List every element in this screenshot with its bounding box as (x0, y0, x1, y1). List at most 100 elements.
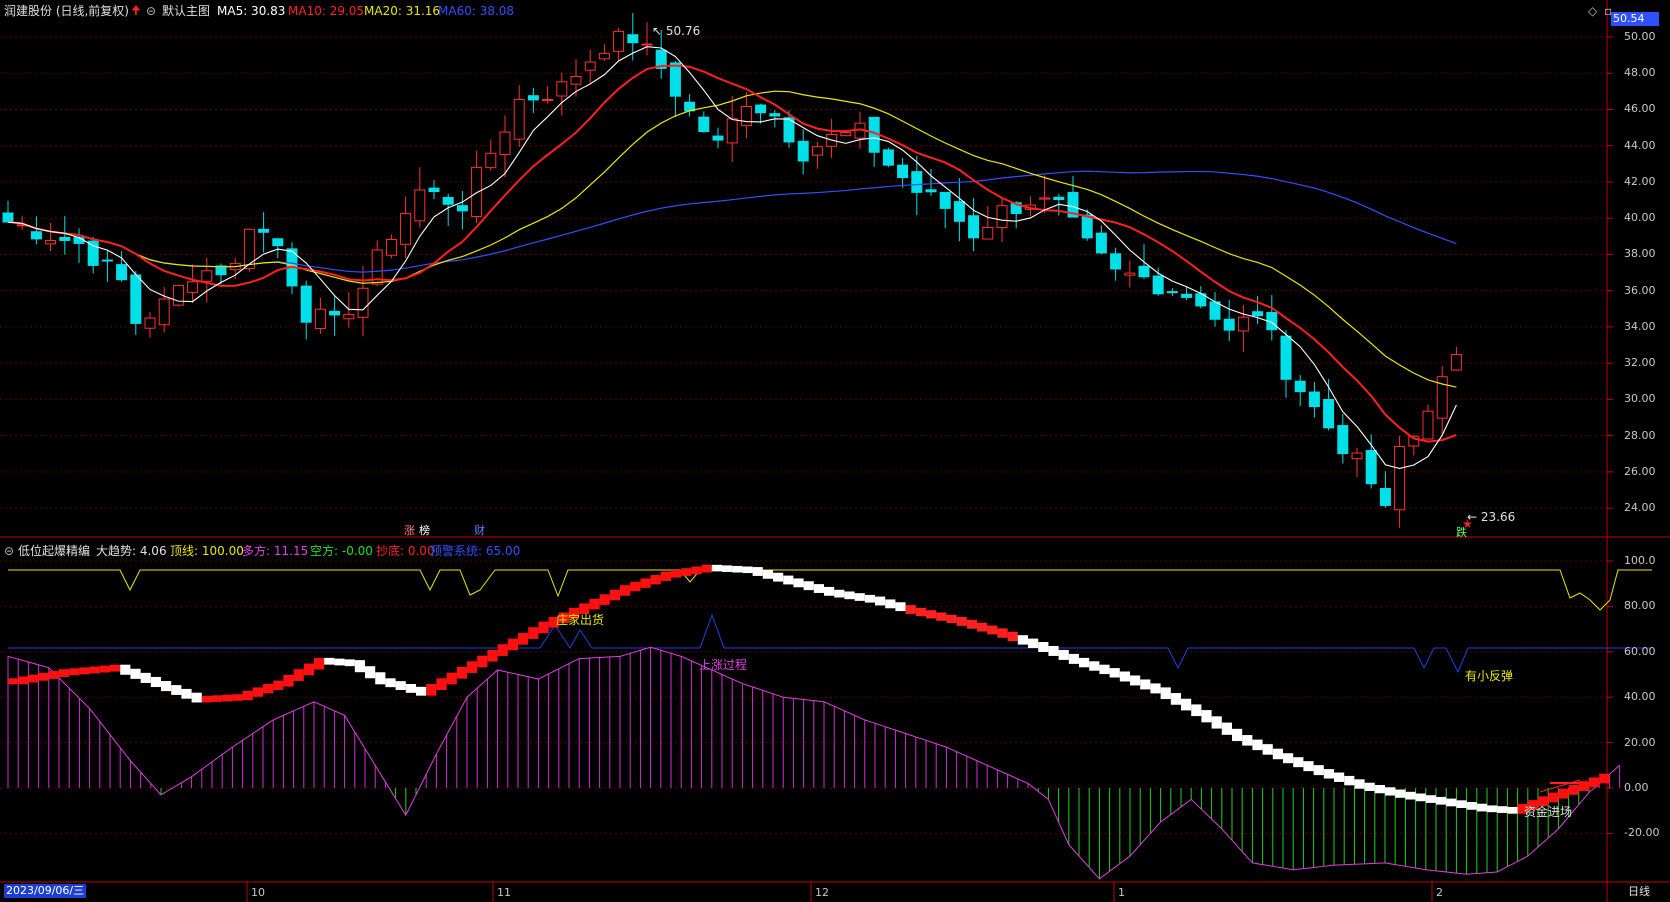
candle-up (172, 284, 184, 306)
band-step-up (263, 683, 274, 694)
band-step-down (977, 622, 988, 632)
band-step-down (803, 581, 814, 591)
candle-up (740, 106, 752, 127)
band-step-down (365, 666, 376, 679)
band-step-down (1425, 795, 1436, 803)
candle-up (726, 118, 738, 144)
candle-up (343, 313, 355, 320)
candle-down (1110, 253, 1122, 270)
candle-down (456, 205, 468, 212)
short-label: 空方: -0.00 (310, 544, 373, 558)
candle-up (385, 238, 397, 256)
band-step-down (844, 591, 855, 600)
candle-down (627, 34, 639, 44)
band-step-up (609, 589, 620, 601)
band-step-up (701, 564, 712, 573)
band-step-down (895, 602, 906, 612)
candle-down (669, 62, 681, 97)
band-step-up (487, 649, 498, 662)
band-step-down (1201, 710, 1212, 723)
annotation-shangzhang: 上涨过程 (699, 658, 748, 672)
collapse-circle-icon[interactable]: ⊝ (4, 544, 14, 558)
band-step-down (1119, 671, 1130, 682)
band-step-down (1385, 787, 1396, 796)
band-step-down (1048, 645, 1059, 656)
month-dec: 12 (815, 886, 829, 899)
candle-down (1181, 293, 1193, 298)
band-step-down (1507, 806, 1518, 814)
candle-down (712, 135, 724, 141)
band-step-up (38, 672, 49, 681)
price-tick-label: 38.00 (1624, 247, 1656, 261)
candle-down (1223, 318, 1235, 331)
candle-down (130, 274, 142, 324)
band-step-down (1415, 793, 1426, 802)
candle-down (258, 228, 270, 233)
candle-up (499, 131, 511, 155)
candle-up (1124, 272, 1136, 276)
band-step-up (232, 694, 243, 701)
candle-down (755, 104, 767, 114)
settings-circle-icon[interactable]: ⊝ (146, 4, 156, 18)
candle-down (1280, 335, 1292, 380)
sub-tick-label: 80.00 (1624, 599, 1656, 613)
ma10-label: MA10: 29.05 (288, 4, 365, 18)
candle-down (1308, 391, 1320, 408)
band-step-down (1089, 661, 1100, 671)
band-step-down (813, 584, 824, 593)
price-tick-label: 44.00 (1624, 138, 1656, 152)
band-step-down (773, 572, 784, 582)
ma60-label: MA60: 38.08 (438, 4, 515, 18)
candle-down (911, 171, 923, 193)
high-price-label: ↖ 50.76 (652, 24, 701, 38)
band-step-down (1068, 653, 1079, 664)
band-step-down (395, 681, 406, 690)
candle-up (400, 213, 412, 245)
candle-down (59, 236, 71, 241)
kline-canvas[interactable]: ★ (0, 0, 1670, 902)
band-step-down (793, 578, 804, 588)
candle-down (527, 95, 539, 101)
up-arrow-icon: 🠉 (131, 3, 141, 17)
price-tick-label: 36.00 (1624, 283, 1656, 297)
band-step-down (1252, 739, 1263, 751)
band-step-up (212, 695, 223, 702)
band-step-up (242, 690, 253, 701)
band-step-up (69, 668, 80, 676)
band-step-down (864, 594, 875, 603)
diamond-icon[interactable]: ◇ (1588, 4, 1597, 18)
band-step-down (1017, 635, 1028, 645)
band-step-up (681, 568, 692, 576)
band-step-up (110, 664, 121, 672)
month-nov: 11 (497, 886, 511, 899)
price-tick-label: 26.00 (1624, 464, 1656, 478)
price-tick-label: 34.00 (1624, 319, 1656, 333)
band-step-up (640, 578, 651, 588)
chart-stage[interactable]: ★ 润建股份 (日线,前复权) 🠉 ⊝ 默认主图 MA5: 30.83 MA10… (0, 0, 1670, 902)
indicator-name[interactable]: 低位起爆精编 (18, 544, 90, 558)
band-step-up (48, 671, 59, 679)
band-step-down (140, 672, 151, 683)
candle-up (201, 270, 213, 282)
main-chart-label[interactable]: 默认主图 (162, 4, 210, 18)
band-step-down (120, 664, 131, 675)
period-label[interactable]: 日线 (1628, 885, 1650, 899)
band-step-down (171, 685, 182, 695)
candle-down (1138, 265, 1150, 278)
candle-up (840, 132, 852, 137)
candle-up (811, 146, 823, 156)
band-step-down (905, 605, 916, 614)
band-step-down (354, 660, 365, 673)
candle-down (897, 164, 909, 179)
candle-up (556, 81, 568, 97)
band-step-down (416, 686, 427, 696)
price-tick-label: 24.00 (1624, 501, 1656, 515)
band-step-down (752, 567, 763, 576)
band-step-down (191, 692, 202, 703)
ma5-label: MA5: 30.83 (217, 4, 286, 18)
band-step-up (99, 665, 110, 673)
candle-down (1323, 398, 1335, 429)
band-step-down (1487, 805, 1498, 813)
candle-up (485, 152, 497, 169)
band-step-down (956, 617, 967, 626)
